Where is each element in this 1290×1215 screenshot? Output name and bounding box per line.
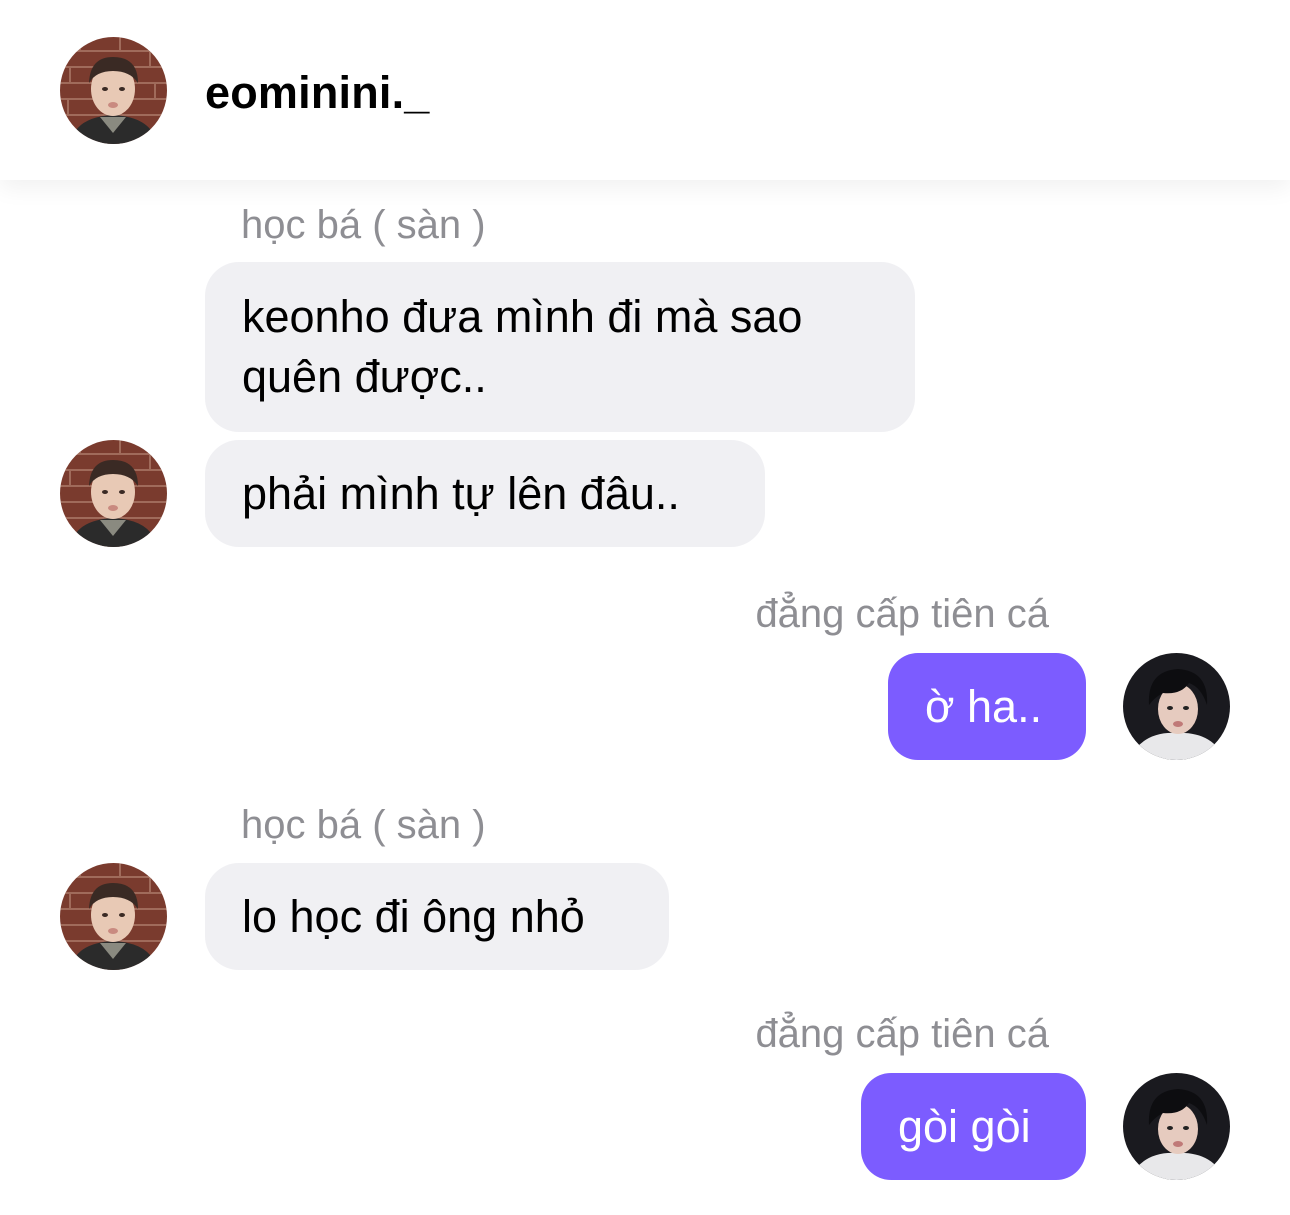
chat-header: eominini._ bbox=[0, 0, 1290, 180]
sender-label: học bá ( sàn ) bbox=[241, 203, 486, 247]
my-avatar[interactable] bbox=[1123, 653, 1230, 760]
profile-photo-icon bbox=[60, 863, 167, 970]
message-bubble-incoming[interactable]: keonho đưa mình đi mà sao quên được.. bbox=[205, 262, 915, 432]
message-bubble-outgoing[interactable]: gòi gòi bbox=[861, 1073, 1086, 1180]
message-bubble-incoming[interactable]: phải mình tự lên đâu.. bbox=[205, 440, 765, 547]
message-text: lo học đi ông nhỏ bbox=[242, 891, 585, 942]
message-text: quên được.. bbox=[242, 351, 487, 402]
profile-photo-icon bbox=[60, 37, 167, 144]
message-text: ờ ha.. bbox=[925, 681, 1043, 732]
message-text: gòi gòi bbox=[898, 1101, 1031, 1152]
chat-screen: eominini._ học bá ( sàn ) keonho đưa mìn… bbox=[0, 0, 1290, 1215]
profile-photo-icon bbox=[1123, 1073, 1230, 1180]
profile-photo-icon bbox=[1123, 653, 1230, 760]
my-avatar[interactable] bbox=[1123, 1073, 1230, 1180]
sender-label: đẳng cấp tiên cá bbox=[755, 592, 1049, 636]
sender-label: học bá ( sàn ) bbox=[241, 803, 486, 847]
message-bubble-outgoing[interactable]: ờ ha.. bbox=[888, 653, 1086, 760]
chat-title[interactable]: eominini._ bbox=[205, 66, 430, 120]
sender-avatar[interactable] bbox=[60, 440, 167, 547]
header-avatar[interactable] bbox=[60, 37, 167, 144]
message-text: keonho đưa mình đi mà sao bbox=[242, 291, 803, 342]
sender-avatar[interactable] bbox=[60, 863, 167, 970]
sender-label: đẳng cấp tiên cá bbox=[755, 1012, 1049, 1056]
profile-photo-icon bbox=[60, 440, 167, 547]
message-text: phải mình tự lên đâu.. bbox=[242, 468, 680, 519]
message-bubble-incoming[interactable]: lo học đi ông nhỏ bbox=[205, 863, 669, 970]
